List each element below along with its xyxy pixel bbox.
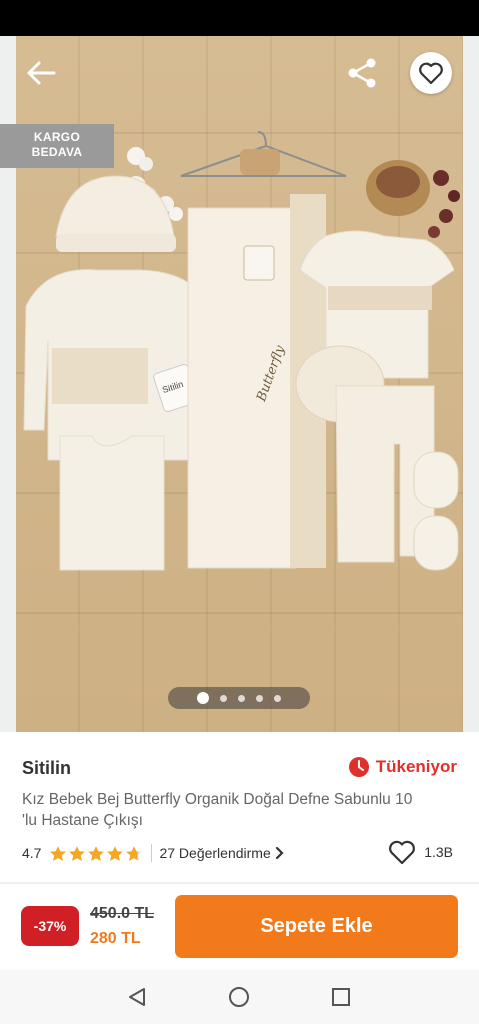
free-shipping-badge: KARGO BEDAVA	[0, 124, 114, 168]
rating-stars	[49, 845, 143, 862]
pagination-dot[interactable]	[220, 694, 227, 702]
arrow-left-icon	[27, 61, 56, 85]
brand-name[interactable]: Sitilin	[22, 758, 71, 779]
product-title: Kız Bebek Bej Butterfly Organik Doğal De…	[22, 791, 413, 829]
back-button[interactable]	[24, 58, 60, 88]
pagination-dot[interactable]	[197, 692, 209, 704]
old-price: 450.0 TL	[90, 905, 155, 922]
system-nav-bar	[0, 970, 479, 1024]
chevron-right-icon	[275, 846, 284, 860]
circle-home-icon[interactable]	[228, 986, 250, 1008]
share-icon	[348, 58, 376, 88]
cargo-badge-line1: KARGO	[33, 130, 81, 144]
square-recent-icon[interactable]	[331, 987, 351, 1007]
rating-separator	[151, 844, 153, 862]
pagination-dot[interactable]	[274, 694, 281, 702]
product-info: Sitilin Tükeniyor Kız Bebek Bej Butterfl…	[0, 732, 479, 882]
star-icon	[88, 845, 105, 861]
new-price: 280 TL	[90, 930, 141, 947]
pagination-dot[interactable]	[256, 694, 263, 702]
pagination-dot[interactable]	[238, 694, 245, 702]
share-button[interactable]	[344, 56, 380, 90]
favorite-count-button[interactable]: 1.3B	[388, 839, 453, 865]
add-to-cart-button[interactable]: Sepete Ekle	[175, 895, 458, 958]
triangle-back-icon[interactable]	[126, 986, 148, 1008]
heart-icon	[389, 840, 416, 865]
stock-status-label: Tükeniyor	[375, 757, 457, 776]
cargo-badge-line2: BEDAVA	[31, 145, 83, 159]
rating-row[interactable]: 4.7 27 Değerlendirme 1.3B	[22, 839, 457, 865]
discount-badge: -37%	[21, 906, 79, 946]
favorite-count: 1.3B	[424, 844, 453, 860]
star-icon	[69, 845, 86, 861]
review-count[interactable]: 27 Değerlendirme	[159, 845, 270, 861]
rating-value: 4.7	[22, 845, 42, 861]
cart-bar: -37% 450.0 TL 280 TL Sepete Ekle	[0, 884, 479, 970]
favorite-button-top[interactable]	[410, 52, 452, 94]
star-icon	[126, 845, 143, 861]
gallery-pagination[interactable]	[168, 687, 310, 709]
status-bar	[0, 0, 479, 36]
star-icon	[107, 845, 124, 861]
clock-icon	[348, 757, 369, 777]
product-image-gallery[interactable]: Butterfly Sitilin KARGO BEDAVA	[0, 36, 479, 732]
stock-status: Tükeniyor	[348, 756, 457, 778]
heart-icon	[419, 62, 443, 85]
star-icon	[50, 845, 67, 861]
